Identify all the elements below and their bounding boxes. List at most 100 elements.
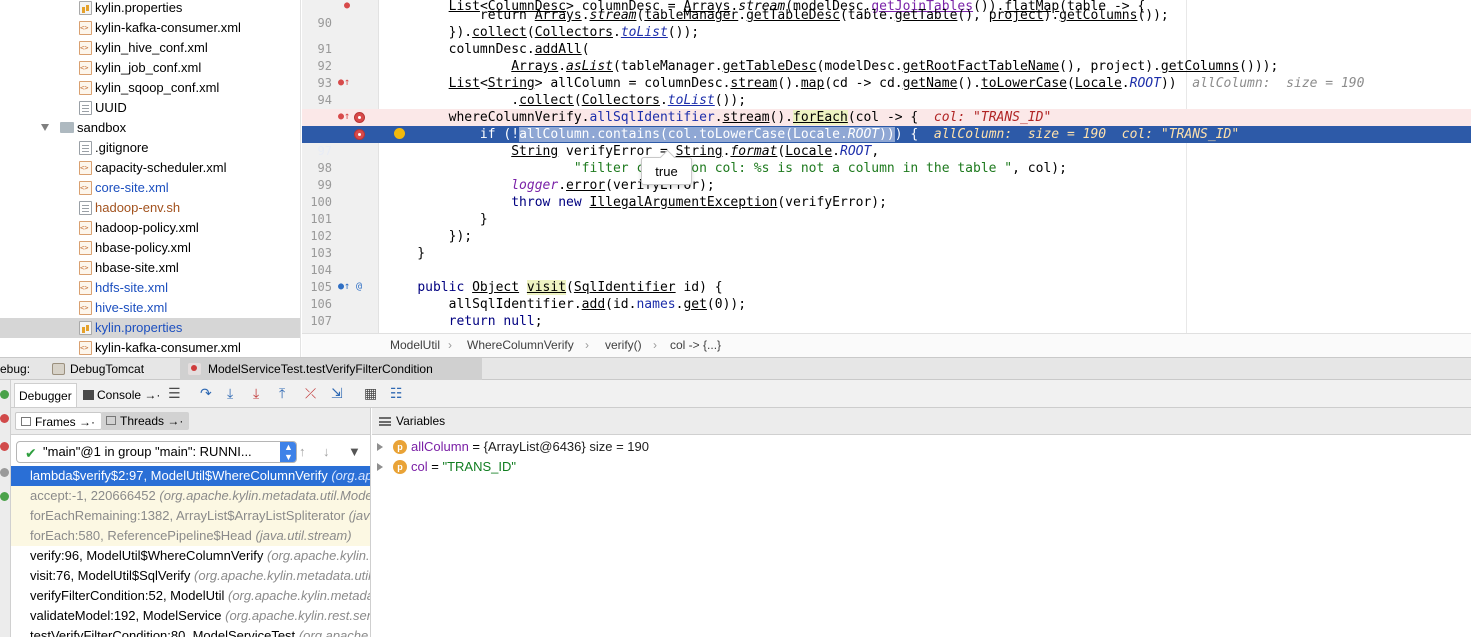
code-line-93[interactable]: 93 Arrays.asList(tableManager.getTableDe… [302, 58, 1471, 90]
tree-item[interactable]: hadoop-policy.xml [0, 218, 300, 238]
frame-row[interactable]: testVerifyFilterCondition:80, ModelServi… [11, 626, 370, 637]
tree-item[interactable]: kylin.properties [0, 0, 300, 18]
tab-debugger[interactable]: Debugger [14, 383, 77, 407]
trace-icon[interactable]: ☷ [390, 384, 403, 402]
view-breakpoints-icon[interactable] [0, 442, 9, 451]
tree-item[interactable]: kylin.properties [0, 318, 300, 338]
variable-value: "TRANS_ID" [442, 459, 516, 474]
variable-name: col [411, 459, 428, 474]
tree-item[interactable]: core-site.xml [0, 178, 300, 198]
debug-side-strip [0, 380, 11, 637]
code-line-94[interactable]: 94 ●↑ List<String> allColumn = columnDes… [302, 75, 1471, 107]
frame-row[interactable]: verifyFilterCondition:52, ModelUtil (org… [11, 586, 370, 606]
thread-select[interactable]: ✔ "main"@1 in group "main": RUNNI... ▲ ▼ [16, 441, 297, 463]
frame-row[interactable]: lambda$verify$2:97, ModelUtil$WhereColum… [11, 466, 370, 486]
tree-item[interactable]: kylin_sqoop_conf.xml [0, 78, 300, 98]
expand-arrow-icon[interactable] [377, 443, 383, 451]
frame-row[interactable]: forEach:580, ReferencePipeline$Head (jav… [11, 526, 370, 546]
code-editor[interactable]: 90 ● List<ColumnDesc> columnDesc = Array… [302, 0, 1471, 333]
expand-arrow-icon[interactable] [41, 124, 49, 131]
code-text: throw new IllegalArgumentException(verif… [511, 195, 887, 210]
arrow-up-icon[interactable]: ↑ [299, 444, 306, 459]
xml-file-icon [79, 261, 92, 275]
code-line-97-current[interactable]: 97 if (!allColumn.contains(col.toLowerCa… [302, 126, 1471, 158]
project-tree[interactable]: kylin.properties kylin-kafka-consumer.xml… [0, 0, 301, 357]
tree-item[interactable]: hbase-policy.xml [0, 238, 300, 258]
tree-item[interactable]: .gitignore [0, 138, 300, 158]
tab-console[interactable]: Console →· [79, 383, 164, 407]
tree-item[interactable]: sandbox [0, 118, 300, 138]
frame-row[interactable]: accept:-1, 220666452 (org.apache.kylin.m… [11, 486, 370, 506]
code-line-103[interactable]: 103 }); [302, 228, 1471, 260]
breakpoint-icon[interactable] [354, 112, 365, 123]
frame-row[interactable]: visit:76, ModelUtil$SqlVerify (org.apach… [11, 566, 370, 586]
tree-item[interactable]: hbase-site.xml [0, 258, 300, 278]
expand-arrow-icon[interactable] [377, 463, 383, 471]
frame-class: (org.apache.kylin.rest.service) [225, 608, 371, 623]
tree-item[interactable]: kylin-kafka-consumer.xml [0, 338, 300, 357]
mute-breakpoints-icon[interactable] [0, 468, 9, 477]
step-over-icon[interactable]: ↷ [200, 384, 212, 402]
drop-frame-icon[interactable]: ⤫ [305, 384, 316, 402]
tree-item-label: sandbox [77, 120, 127, 135]
tree-item[interactable]: kylin_hive_conf.xml [0, 38, 300, 58]
tab-model-service-test[interactable]: ModelServiceTest.testVerifyFilterConditi… [180, 358, 482, 380]
code-line-98[interactable]: 98 String verifyError = String.format(Lo… [302, 143, 1471, 175]
code-line-91[interactable]: 91 }).collect(Collectors.toList()); [302, 24, 1471, 56]
debug-tab-bar: ebug: DebugTomcat ModelServiceTest.testV… [0, 357, 1471, 380]
override-marker-icon: ●↑ [338, 111, 351, 122]
text-file-icon [79, 141, 92, 155]
code-line-106[interactable]: 106 ●↑ @ public Object visit(SqlIdentifi… [302, 279, 1471, 311]
tab-debug-tomcat[interactable]: DebugTomcat [64, 358, 150, 380]
code-line-99[interactable]: 99 "filter condition col: %s is not a co… [302, 160, 1471, 192]
tree-item-label: kylin-kafka-consumer.xml [95, 20, 241, 35]
force-step-into-icon[interactable]: ⤓ [253, 384, 259, 402]
filter-icon[interactable]: ▼ [348, 444, 361, 459]
breadcrumb-item[interactable]: col -> {...} [670, 334, 721, 357]
code-text: whereColumnVerify.allSqlIdentifier.strea… [386, 110, 1052, 125]
implements-marker-icon: ●↑ @ [338, 281, 363, 292]
code-line-91-90[interactable]: return Arrays.stream(tableManager.getTab… [302, 7, 1471, 24]
code-text: if (!allColumn.contains(col.toLowerCase(… [386, 127, 1240, 142]
menu-icon[interactable]: ☰ [168, 384, 181, 402]
debugger-toolbar: Debugger Console →· ☰ ↷ ⤓ ⤓ ⤒ ⤫ ⇲ ▦ ☷ [0, 380, 1471, 408]
code-line-95[interactable]: 95 .collect(Collectors.toList()); [302, 92, 1471, 124]
frame-row[interactable]: verify:96, ModelUtil$WhereColumnVerify (… [11, 546, 370, 566]
code-line-102[interactable]: 102 } [302, 211, 1471, 243]
step-into-icon[interactable]: ⤓ [227, 384, 233, 402]
breadcrumb-item[interactable]: verify() [605, 334, 642, 357]
rerun-icon[interactable] [0, 492, 9, 501]
run-to-cursor-icon[interactable]: ⇲ [331, 384, 343, 402]
code-line-92[interactable]: 92 columnDesc.addAll( [302, 41, 1471, 73]
xml-file-icon [79, 161, 92, 175]
variable-row[interactable]: p allColumn = {ArrayList@6436} size = 190 [372, 437, 1471, 457]
arrow-down-icon[interactable]: ↓ [323, 444, 330, 459]
stop-icon[interactable] [0, 414, 9, 423]
code-line-105[interactable]: 105 [302, 262, 1471, 294]
tree-item[interactable]: kylin-kafka-consumer.xml [0, 18, 300, 38]
tree-item[interactable]: hdfs-site.xml [0, 278, 300, 298]
tree-item[interactable]: capacity-scheduler.xml [0, 158, 300, 178]
variable-row[interactable]: p col = "TRANS_ID" [372, 457, 1471, 477]
tree-item[interactable]: hadoop-env.sh [0, 198, 300, 218]
code-line-108[interactable]: 108 return null; [302, 313, 1471, 333]
tab-threads[interactable]: Threads →· [101, 412, 190, 430]
evaluate-expression-icon[interactable]: ▦ [364, 384, 377, 402]
frame-row[interactable]: validateModel:192, ModelService (org.apa… [11, 606, 371, 626]
tree-item[interactable]: hive-site.xml [0, 298, 300, 318]
resume-icon[interactable] [0, 390, 9, 399]
tree-item[interactable]: UUID [0, 98, 300, 118]
breadcrumb-item[interactable]: WhereColumnVerify [467, 334, 574, 357]
step-out-icon[interactable]: ⤒ [279, 384, 285, 402]
breadcrumb-item[interactable]: ModelUtil [390, 334, 440, 357]
tree-item[interactable]: kylin_job_conf.xml [0, 58, 300, 78]
tab-frames[interactable]: Frames →· [15, 412, 103, 430]
thread-select-value: "main"@1 in group "main": RUNNI... [43, 444, 252, 459]
breakpoint-icon[interactable] [354, 129, 365, 140]
code-line-100[interactable]: 100 logger.error(verifyError); [302, 177, 1471, 209]
frame-row[interactable]: forEachRemaining:1382, ArrayList$ArrayLi… [11, 506, 370, 526]
code-line-101[interactable]: 101 throw new IllegalArgumentException(v… [302, 194, 1471, 226]
code-line-96[interactable]: 96 ●↑ whereColumnVerify.allSqlIdentifier… [302, 109, 1471, 141]
code-line-107[interactable]: 107 allSqlIdentifier.add(id.names.get(0)… [302, 296, 1471, 328]
code-line-104[interactable]: 104 } [302, 245, 1471, 277]
